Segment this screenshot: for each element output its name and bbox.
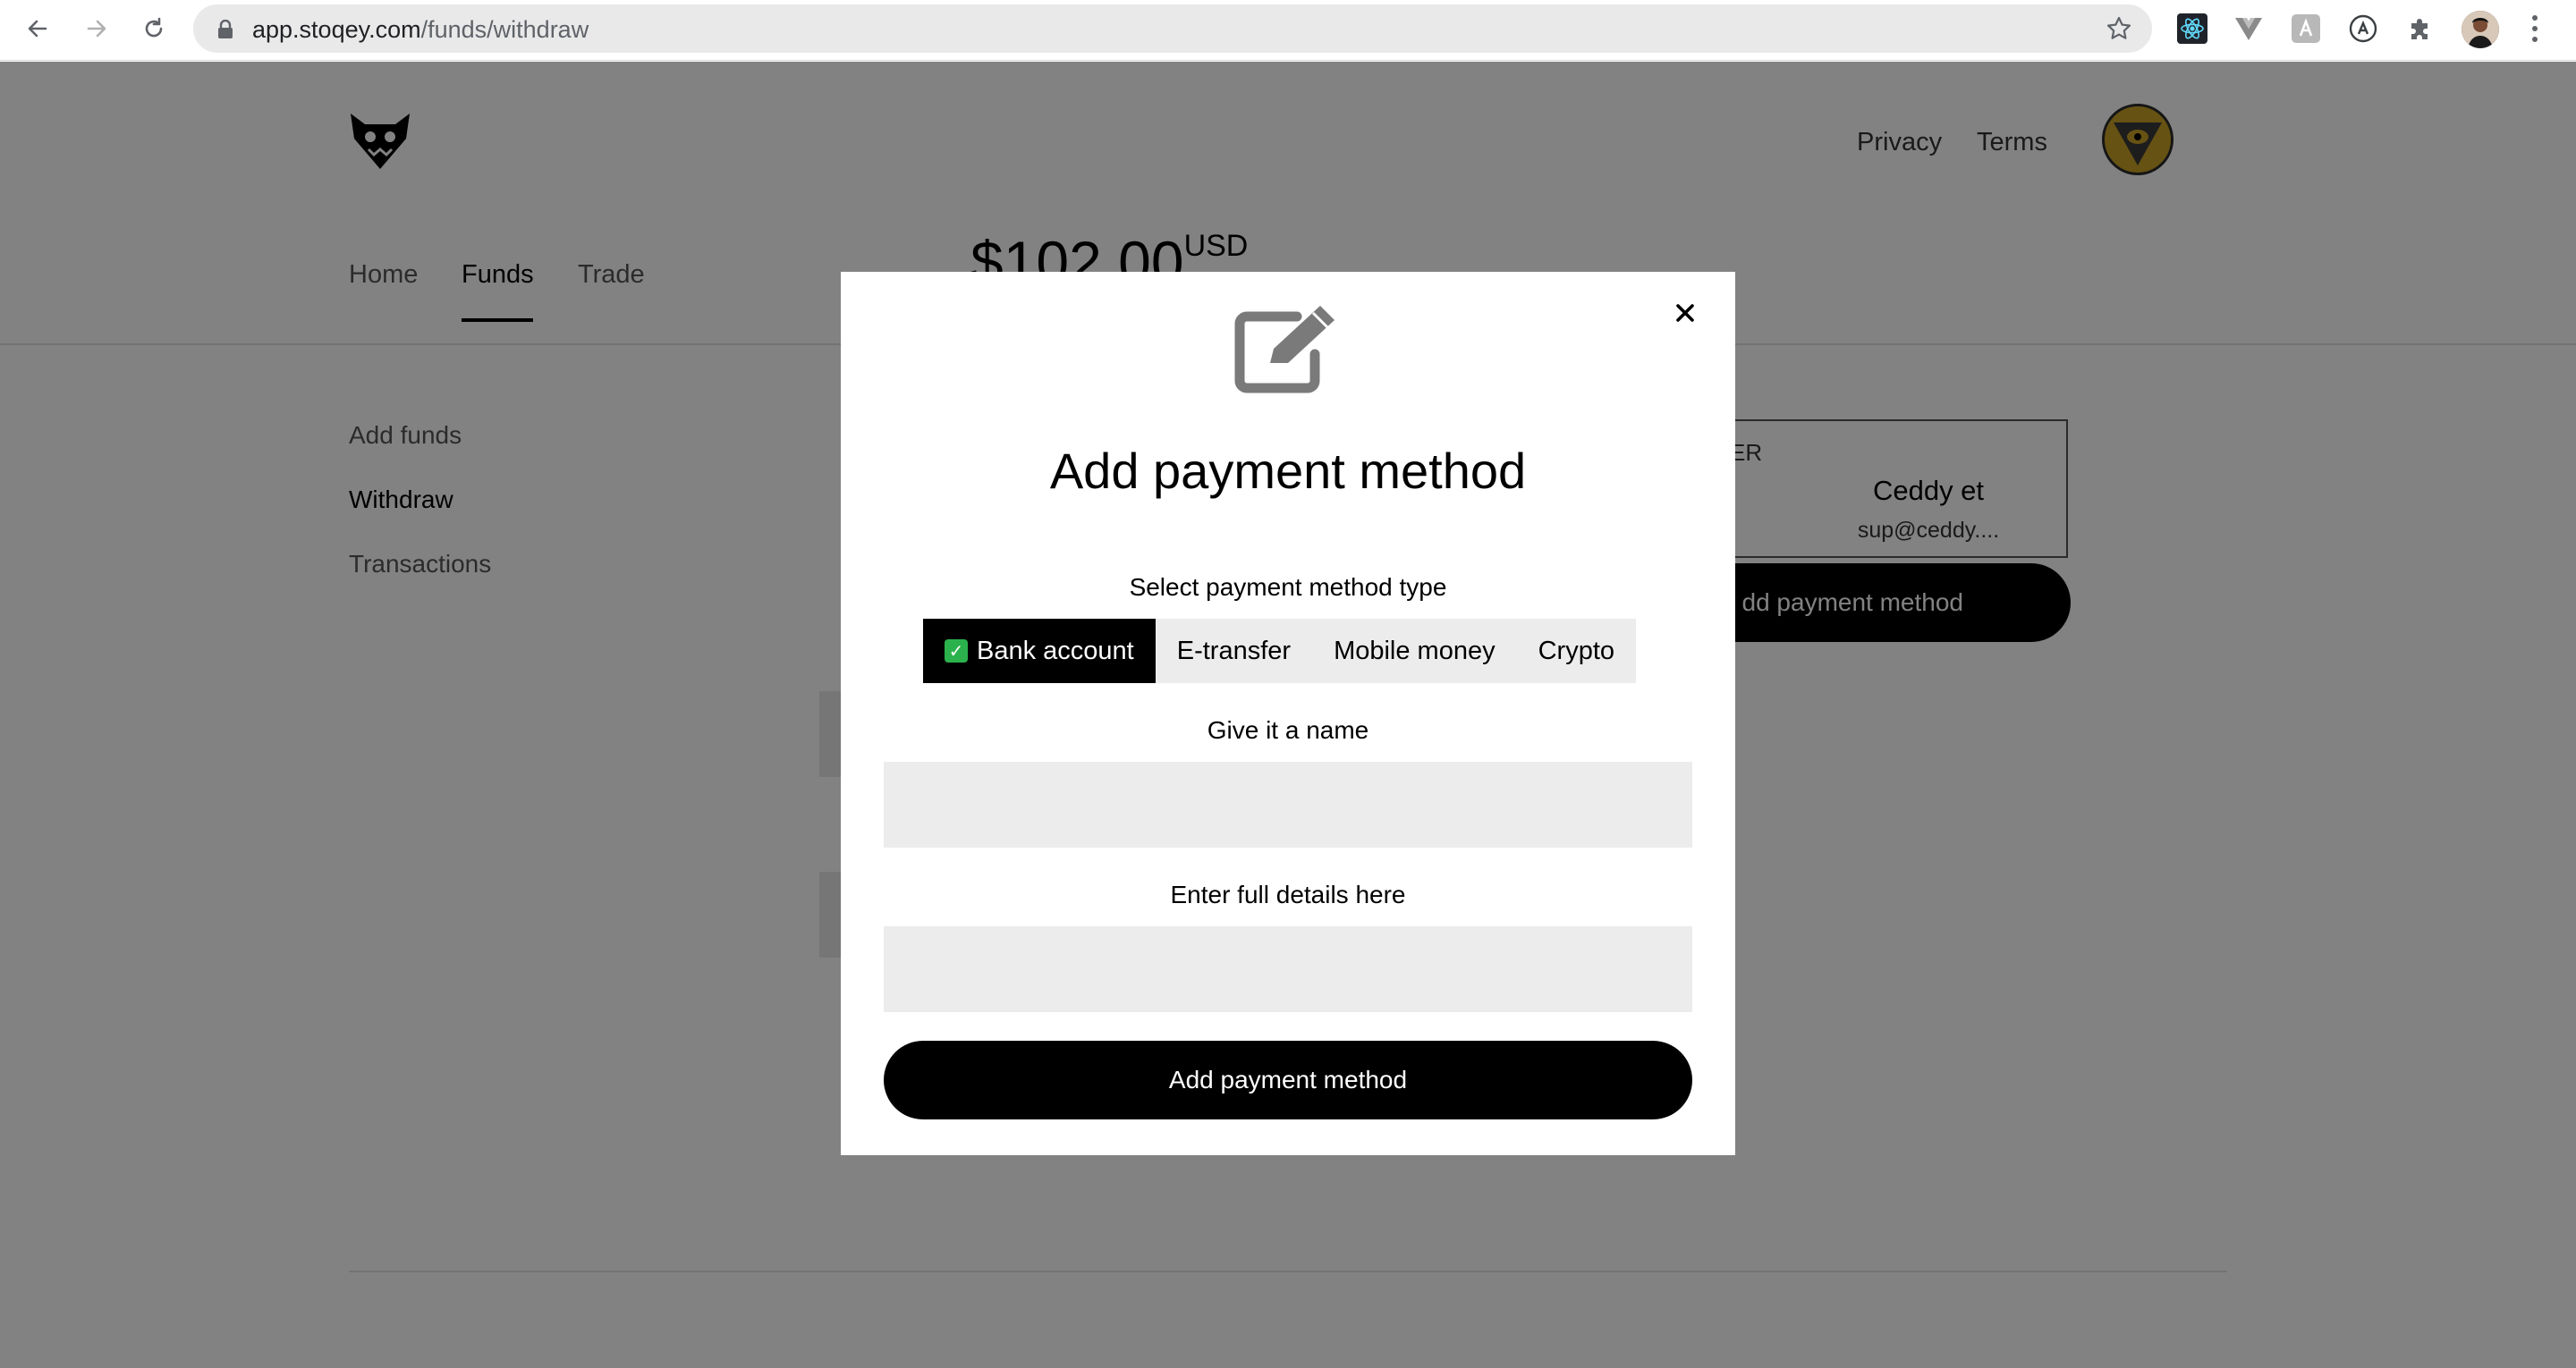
- reload-icon[interactable]: [136, 11, 172, 46]
- payment-type-crypto[interactable]: Crypto: [1517, 619, 1636, 683]
- react-devtools-icon[interactable]: [2176, 13, 2208, 45]
- close-icon[interactable]: [1669, 297, 1701, 329]
- payment-type-label-bank: Bank account: [977, 636, 1134, 665]
- payment-type-selector: ✓ Bank account E-transfer Mobile money Cr…: [923, 619, 1637, 683]
- checkmark-icon: ✓: [945, 639, 968, 663]
- vue-devtools-icon[interactable]: [2233, 13, 2265, 45]
- url-text: app.stoqey.com/funds/withdraw: [252, 16, 589, 44]
- extension-icon[interactable]: [2290, 13, 2322, 45]
- name-input[interactable]: [884, 762, 1692, 848]
- lock-icon: [216, 19, 234, 44]
- grammarly-icon[interactable]: [2347, 13, 2379, 45]
- payment-type-mobile-money[interactable]: Mobile money: [1312, 619, 1517, 683]
- url-host: app.stoqey.com: [252, 16, 421, 43]
- add-payment-method-modal: Add payment method Select payment method…: [841, 272, 1735, 1155]
- add-payment-method-button[interactable]: Add payment method: [884, 1041, 1692, 1119]
- kebab-menu-icon[interactable]: [2526, 13, 2544, 45]
- puzzle-extensions-icon[interactable]: [2404, 13, 2436, 45]
- name-field-label: Give it a name: [1207, 716, 1369, 744]
- forward-arrow-icon[interactable]: [79, 11, 114, 46]
- modal-title: Add payment method: [1049, 443, 1527, 499]
- bookmark-star-icon[interactable]: [2106, 15, 2132, 46]
- details-input[interactable]: [884, 926, 1692, 1012]
- edit-icon: [1234, 304, 1342, 401]
- browser-toolbar: app.stoqey.com/funds/withdraw: [0, 0, 2576, 61]
- payment-type-e-transfer[interactable]: E-transfer: [1156, 619, 1312, 683]
- url-path: /funds/withdraw: [420, 16, 589, 43]
- profile-avatar[interactable]: [2462, 11, 2499, 48]
- details-field-label: Enter full details here: [1170, 881, 1406, 908]
- address-bar[interactable]: app.stoqey.com/funds/withdraw: [193, 4, 2152, 53]
- payment-type-bank-account[interactable]: ✓ Bank account: [923, 619, 1156, 683]
- back-arrow-icon[interactable]: [20, 11, 55, 46]
- payment-type-label: Select payment method type: [1129, 573, 1447, 601]
